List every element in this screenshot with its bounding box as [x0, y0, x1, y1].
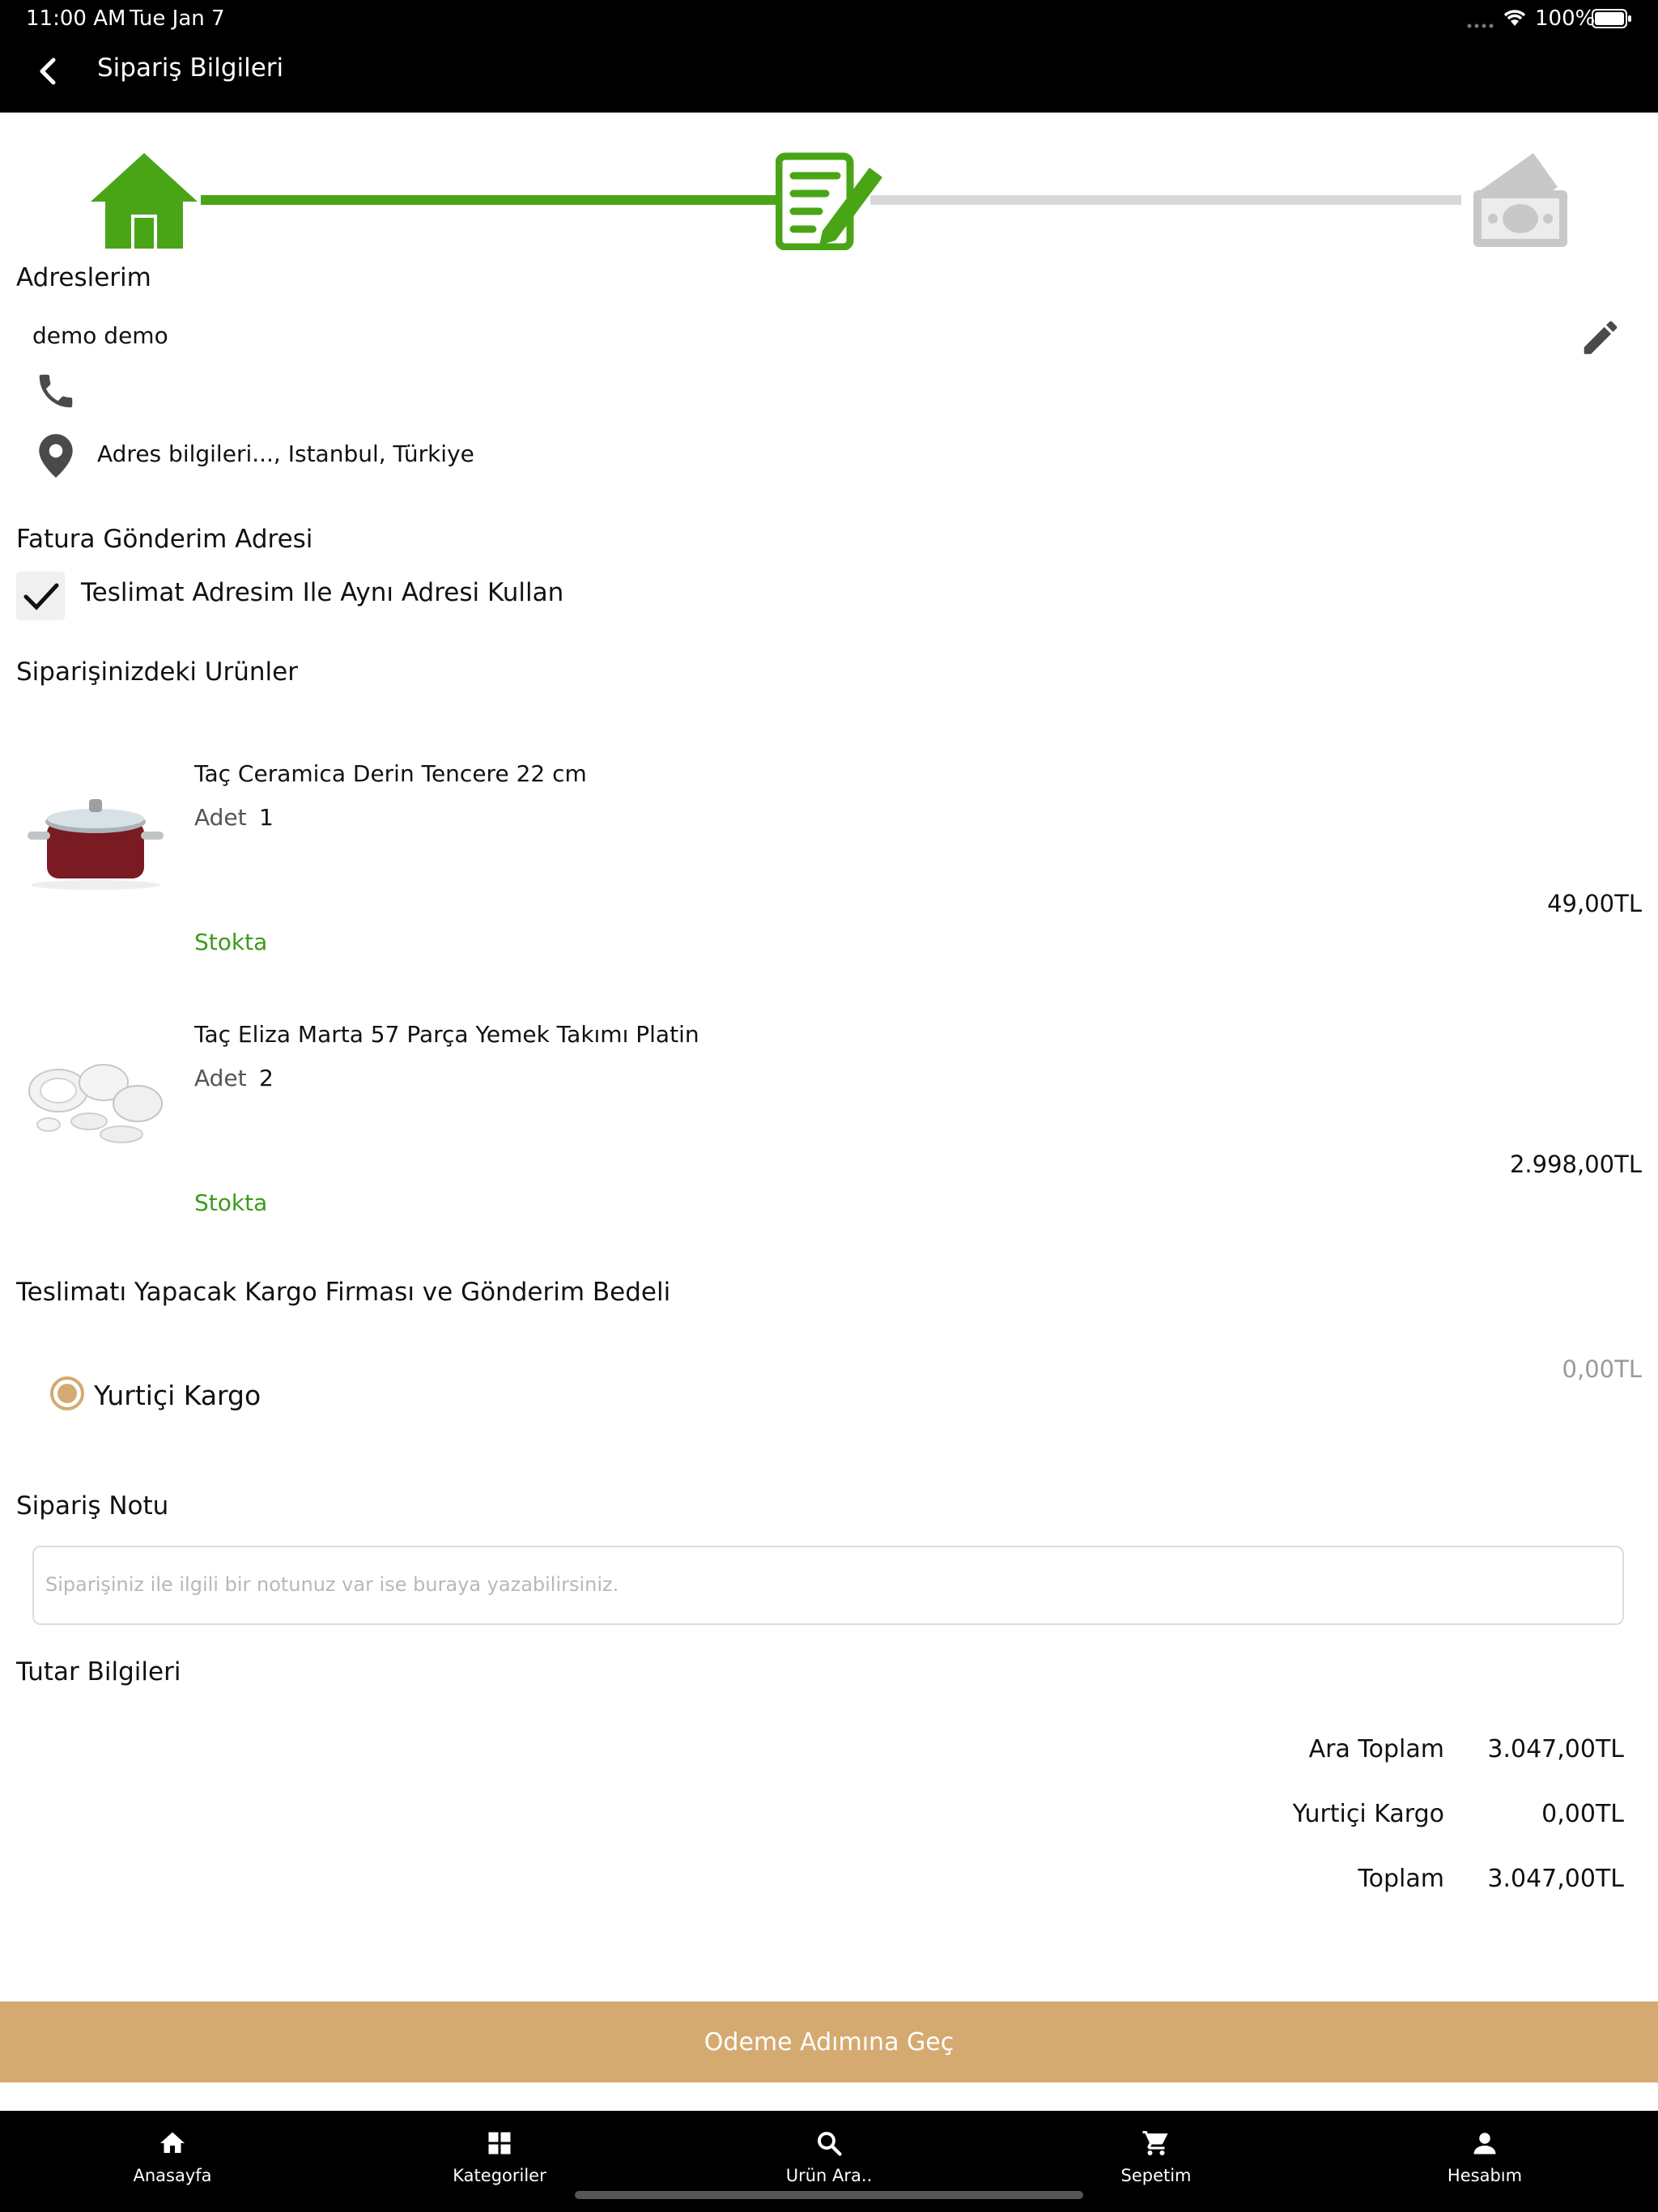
- tab-categories-label: Kategoriler: [453, 2166, 546, 2185]
- tab-categories[interactable]: Kategoriler: [410, 2111, 589, 2212]
- page-title: Sipariş Bilgileri: [97, 53, 284, 83]
- search-icon: [818, 2132, 842, 2156]
- home-icon: [89, 151, 199, 253]
- quantity-value: 2: [259, 1065, 274, 1091]
- status-time: 11:00 AM: [26, 6, 126, 31]
- subtotal-label: Ara Toplam: [1308, 1735, 1444, 1763]
- checkout-stepper: [0, 113, 1658, 258]
- tab-cart-label: Sepetim: [1120, 2166, 1192, 2185]
- tab-account[interactable]: Hesabım: [1396, 2111, 1574, 2212]
- total-value: 3.047,00TL: [1487, 1865, 1624, 1893]
- order-note-placeholder: Siparişiniz ile ilgili bir notunuz var i…: [45, 1573, 619, 1596]
- shipping-option-radio[interactable]: [50, 1376, 84, 1410]
- shipping-section-title: Teslimatı Yapacak Kargo Firması ve Gönde…: [16, 1278, 671, 1307]
- signal-icon: [1467, 16, 1496, 28]
- stock-status: Stokta: [194, 929, 268, 955]
- totals-section-title: Tutar Bilgileri: [16, 1657, 181, 1687]
- product-price: 49,00TL: [1547, 890, 1642, 917]
- product-image[interactable]: [16, 773, 175, 895]
- money-icon: [1462, 151, 1572, 253]
- location-pin-icon: [36, 432, 76, 483]
- same-address-label[interactable]: Teslimat Adresim Ile Aynı Adresi Kullan: [81, 578, 563, 607]
- total-label: Toplam: [1358, 1865, 1444, 1893]
- tab-home-label: Anasayfa: [133, 2166, 212, 2185]
- stepper-line-pending: [870, 195, 1461, 205]
- quantity-label: Adet: [194, 1065, 247, 1091]
- edit-document-icon: [775, 151, 886, 253]
- shipping-cost-value: 0,00TL: [1541, 1800, 1624, 1828]
- tab-account-label: Hesabım: [1447, 2166, 1523, 2185]
- status-date: Tue Jan 7: [130, 6, 225, 31]
- order-note-input[interactable]: Siparişiniz ile ilgili bir notunuz var i…: [32, 1546, 1624, 1625]
- quantity-value: 1: [259, 804, 274, 831]
- products-section-title: Siparişinizdeki Urünler: [16, 657, 298, 687]
- stepper-line-complete: [201, 195, 776, 205]
- address-section-title: Adreslerim: [16, 263, 151, 292]
- top-bar: 11:00 AM Tue Jan 7 100% Sipariş Bilgiler…: [0, 0, 1658, 113]
- wifi-icon: [1502, 8, 1528, 31]
- cart-icon: [1142, 2131, 1168, 2155]
- same-address-checkbox[interactable]: [16, 572, 65, 620]
- shipping-option-label[interactable]: Yurtiçi Kargo: [94, 1380, 261, 1411]
- product-name[interactable]: Taç Ceramica Derin Tencere 22 cm: [194, 760, 587, 787]
- billing-section-title: Fatura Gönderim Adresi: [16, 525, 313, 554]
- order-note-section-title: Sipariş Notu: [16, 1491, 169, 1521]
- product-price: 2.998,00TL: [1509, 1151, 1642, 1178]
- product-image[interactable]: [16, 1034, 175, 1155]
- shipping-option-price: 0,00TL: [1562, 1355, 1642, 1383]
- home-icon: [160, 2132, 185, 2153]
- tab-home[interactable]: Anasayfa: [83, 2111, 261, 2212]
- phone-icon: [34, 369, 78, 416]
- tab-cart[interactable]: Sepetim: [1067, 2111, 1245, 2212]
- battery-icon: [1592, 9, 1632, 32]
- address-line: Adres bilgileri..., Istanbul, Türkiye: [97, 440, 474, 467]
- product-name[interactable]: Taç Eliza Marta 57 Parça Yemek Takımı Pl…: [194, 1021, 699, 1048]
- battery-percent: 100%: [1535, 6, 1596, 31]
- stock-status: Stokta: [194, 1189, 268, 1216]
- shipping-cost-label: Yurtiçi Kargo: [1292, 1800, 1444, 1828]
- grid-icon: [488, 2132, 511, 2155]
- proceed-to-payment-label: Odeme Adımına Geç: [704, 2027, 954, 2057]
- address-name: demo demo: [32, 322, 168, 349]
- quantity-label: Adet: [194, 804, 247, 831]
- tab-search-label: Urün Ara..: [785, 2166, 873, 2185]
- proceed-to-payment-button[interactable]: Odeme Adımına Geç: [0, 2001, 1658, 2082]
- subtotal-value: 3.047,00TL: [1487, 1735, 1624, 1763]
- person-icon: [1473, 2133, 1496, 2155]
- home-indicator: [575, 2191, 1083, 2199]
- back-button[interactable]: [36, 57, 58, 89]
- edit-address-button[interactable]: [1579, 316, 1622, 363]
